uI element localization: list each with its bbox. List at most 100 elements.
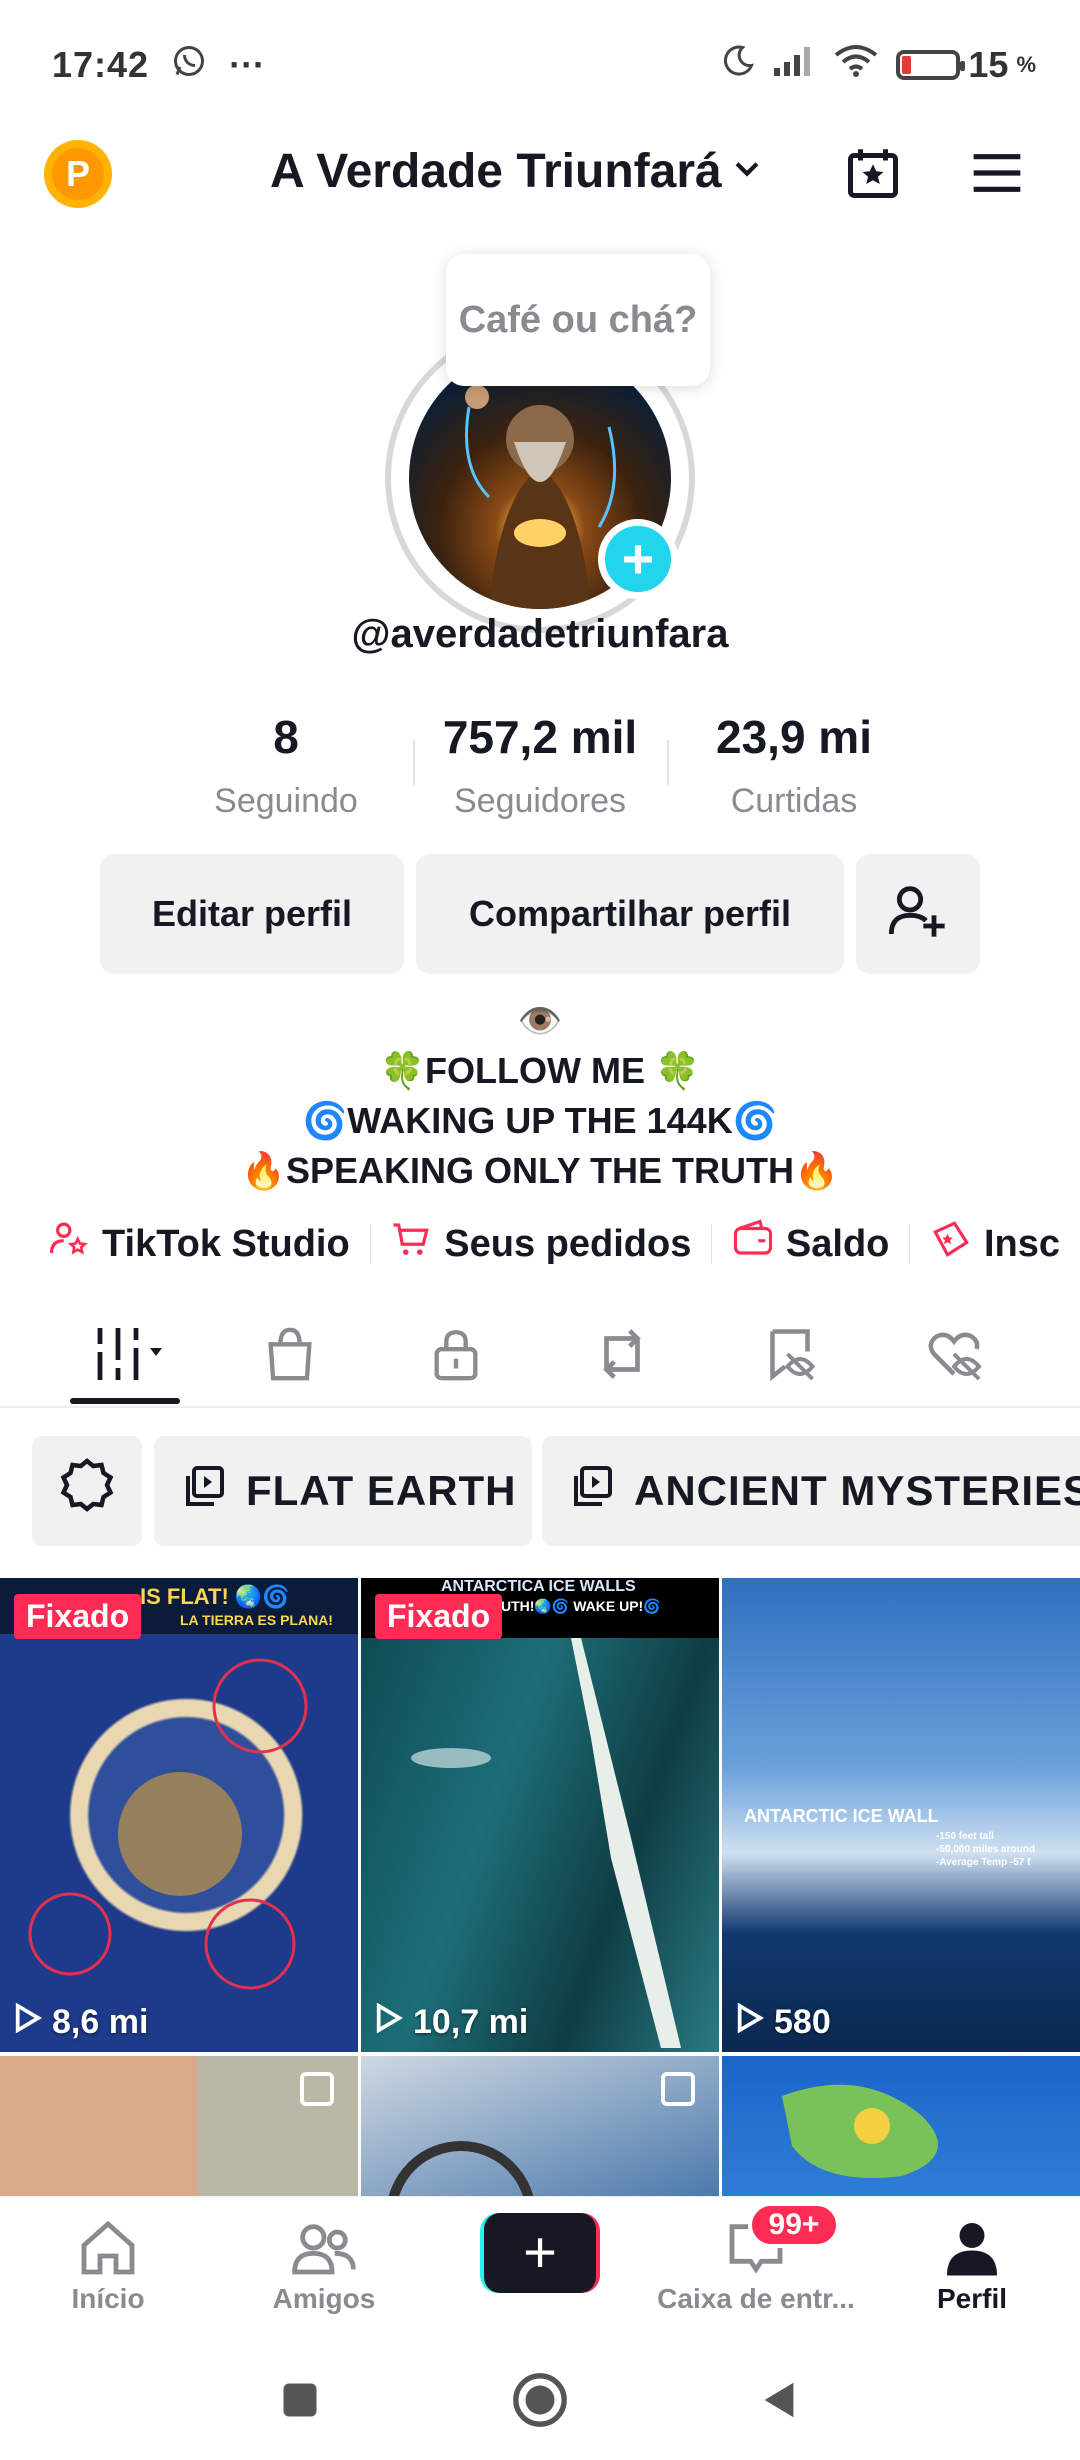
lock-icon (427, 1325, 485, 1388)
nav-label: Perfil (936, 2283, 1008, 2314)
battery-percent: 15 (968, 44, 1009, 85)
bio-line: 🔥SPEAKING ONLY THE TRUTH🔥 (241, 1150, 839, 1191)
battery-unit: % (1016, 52, 1036, 77)
tab-favorites[interactable] (750, 1316, 830, 1396)
pinned-badge: Fixado (14, 1594, 142, 1639)
playlist-label: FLAT EARTH (246, 1467, 517, 1514)
gear-icon (57, 1456, 117, 1526)
status-bar: 17:42 ··· 15% (0, 0, 1080, 130)
orders-link[interactable]: Seus pedidos (370, 1218, 711, 1270)
nav-label: Caixa de entr... (657, 2283, 855, 2314)
bio-line: 👁️ (517, 1000, 563, 1041)
bio: 👁️ 🍀FOLLOW ME 🍀 🌀WAKING UP THE 144K🌀 🔥SP… (0, 996, 1080, 1196)
nav-friends[interactable]: Amigos (224, 2217, 424, 2315)
tab-videos[interactable] (86, 1316, 182, 1396)
profile-icon (872, 2217, 1072, 2279)
playlist-icon (180, 1462, 228, 1520)
pinned-badge: Fixado (375, 1594, 503, 1639)
bio-line: 🍀FOLLOW ME 🍀 (380, 1050, 700, 1091)
bottom-nav: Início Amigos + Caixa de entr... Perfil (0, 2196, 1080, 2340)
stat-label: Seguindo (214, 782, 358, 820)
playlist-settings-button[interactable] (32, 1436, 142, 1546)
create-button[interactable]: + (480, 2213, 600, 2293)
recents-button[interactable] (268, 2368, 332, 2432)
stat-followers[interactable]: 757,2 mil Seguidores (413, 700, 667, 828)
username: @averdadetriunfara (351, 612, 729, 656)
repost-icon (591, 1323, 653, 1390)
page-title: A Verdade Triunfará (270, 145, 722, 198)
stat-likes[interactable]: 23,9 mi Curtidas (667, 700, 921, 828)
share-profile-button[interactable]: Compartilhar perfil (416, 854, 844, 974)
system-nav-bar (0, 2340, 1080, 2460)
p-badge-icon[interactable]: P (44, 140, 112, 208)
content-tabs (0, 1300, 1080, 1408)
signal-icon (772, 44, 816, 87)
video-thumbnail[interactable]: ANTARCTICA ICE WALLS UTH!🌏🌀 WAKE UP!🌀 Fi… (361, 1578, 719, 2052)
link-label: TikTok Studio (102, 1222, 350, 1265)
playlist-icon (568, 1462, 616, 1520)
tab-private[interactable] (416, 1316, 496, 1396)
calendar-star-icon[interactable] (842, 142, 904, 204)
back-button[interactable] (748, 2368, 812, 2432)
thumb-caption: IS FLAT! 🌏🌀 (140, 1584, 290, 1609)
view-count-value: 10,7 mi (413, 2003, 529, 2041)
edit-profile-button[interactable]: Editar perfil (100, 854, 404, 974)
play-icon (14, 2002, 42, 2042)
thumb-note: -Average Temp -57 f (936, 1857, 1031, 1868)
playlist-flat-earth[interactable]: FLAT EARTH (154, 1436, 532, 1546)
home-icon (8, 2217, 208, 2279)
thumb-note: -50,000 miles around (936, 1844, 1035, 1855)
subscriptions-link[interactable]: Insc (910, 1218, 1080, 1270)
profile-header: P A Verdade Triunfará (0, 130, 1080, 240)
nav-profile[interactable]: Perfil (872, 2217, 1072, 2315)
view-count: 10,7 mi (375, 2002, 529, 2042)
video-thumbnail[interactable] (722, 2056, 1080, 2198)
person-star-icon (48, 1218, 90, 1270)
nav-label: Amigos (272, 2283, 376, 2314)
tiktok-studio-link[interactable]: TikTok Studio (28, 1218, 370, 1270)
tab-reposts[interactable] (582, 1316, 662, 1396)
battery-icon: 15% (896, 44, 1036, 86)
video-grid: IS FLAT! 🌏🌀 LA TIERRA ES PLANA! Fixado 8… (0, 1578, 1080, 2198)
multi-photo-icon (661, 2072, 695, 2106)
bag-icon (261, 1325, 319, 1388)
balance-link[interactable]: Saldo (712, 1218, 909, 1270)
video-thumbnail[interactable]: ANTARCTIC ICE WALL -150 feet tall -50,00… (722, 1578, 1080, 2052)
bio-line: 🌀WAKING UP THE 144K🌀 (302, 1100, 778, 1141)
stat-following[interactable]: 8 Seguindo (159, 700, 413, 828)
friends-icon (224, 2217, 424, 2279)
view-count: 580 (736, 2002, 831, 2042)
add-person-icon (886, 878, 950, 951)
view-count: 8,6 mi (14, 2002, 148, 2042)
wallet-icon (732, 1218, 774, 1270)
menu-icon[interactable] (966, 142, 1028, 204)
video-thumbnail[interactable] (361, 2056, 719, 2198)
add-story-button[interactable]: + (598, 519, 678, 599)
account-switcher[interactable]: A Verdade Triunfará (270, 144, 764, 199)
whatsapp-icon (171, 43, 207, 88)
status-bubble[interactable]: Café ou chá? (446, 254, 710, 386)
stat-label: Seguidores (453, 782, 626, 820)
moon-icon (720, 43, 756, 88)
tab-shop[interactable] (250, 1316, 330, 1396)
status-time: 17:42 (52, 44, 150, 85)
add-friend-button[interactable] (856, 854, 980, 974)
profile-links: TikTok Studio Seus pedidos Saldo Insc (28, 1214, 1080, 1274)
tab-liked[interactable] (914, 1316, 994, 1396)
home-button[interactable] (508, 2368, 572, 2432)
nav-home[interactable]: Início (8, 2217, 208, 2315)
thumb-caption: ANTARCTIC ICE WALL (744, 1806, 939, 1826)
thumb-subcaption: UTH!🌏🌀 WAKE UP!🌀 (501, 1598, 661, 1614)
view-count-value: 580 (774, 2003, 831, 2041)
link-label: Saldo (785, 1222, 890, 1265)
video-thumbnail[interactable] (0, 2056, 358, 2198)
inbox-badge: 99+ (748, 2202, 840, 2248)
playlist-ancient-mysteries[interactable]: ANCIENT MYSTERIES (542, 1436, 1080, 1546)
thumb-subcaption: LA TIERRA ES PLANA! (180, 1612, 333, 1628)
video-thumbnail[interactable]: IS FLAT! 🌏🌀 LA TIERRA ES PLANA! Fixado 8… (0, 1578, 358, 2052)
play-icon (375, 2002, 403, 2042)
play-icon (736, 2002, 764, 2042)
link-label: Seus pedidos (444, 1222, 692, 1265)
thumb-note: -150 feet tall (936, 1831, 994, 1842)
active-tab-indicator (70, 1398, 180, 1404)
